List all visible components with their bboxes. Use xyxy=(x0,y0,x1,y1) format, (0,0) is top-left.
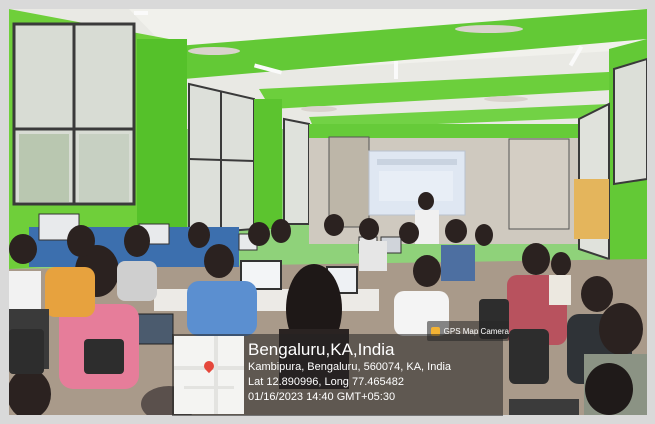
gps-info-panel: Bengaluru,KA,India Kambipura, Bengaluru,… xyxy=(172,334,503,416)
location-title: Bengaluru,KA,India xyxy=(248,340,395,359)
photo-frame: GPS Map Camera Bengaluru,KA,India Kambip… xyxy=(0,0,655,424)
location-address: Kambipura, Bengaluru, 560074, KA, India xyxy=(248,361,452,373)
location-datetime: 01/16/2023 14:40 GMT+05:30 xyxy=(248,391,396,403)
map-thumbnail xyxy=(174,336,244,414)
location-coordinates: Lat 12.890996, Long 77.465482 xyxy=(248,376,404,388)
gps-text-block: Bengaluru,KA,India Kambipura, Bengaluru,… xyxy=(248,340,451,405)
notice-board xyxy=(574,179,609,239)
